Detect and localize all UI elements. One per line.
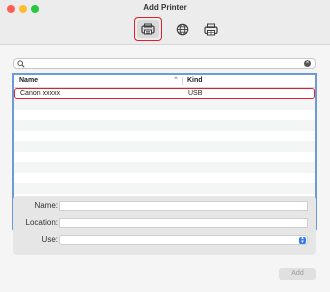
add-button[interactable]: Add bbox=[279, 268, 316, 280]
name-field[interactable] bbox=[59, 201, 308, 211]
window-title: Add Printer bbox=[143, 3, 187, 12]
toolbar-windows-button[interactable] bbox=[197, 17, 225, 41]
globe-icon bbox=[176, 23, 188, 35]
search-input[interactable] bbox=[28, 59, 298, 68]
column-divider bbox=[182, 77, 183, 85]
name-label: Name: bbox=[34, 201, 58, 210]
empty-row bbox=[14, 99, 315, 110]
table-header: Name ⌃ Kind bbox=[14, 75, 315, 88]
content-area: × Name ⌃ Kind Canon xxxxx USB Name: Loca… bbox=[0, 44, 330, 292]
chevron-updown-icon: ▴ ▾ bbox=[299, 236, 306, 244]
empty-row bbox=[14, 120, 315, 131]
printer-name: Canon xxxxx bbox=[20, 90, 61, 97]
empty-row bbox=[14, 131, 315, 142]
empty-row bbox=[14, 173, 315, 184]
windows-printer-icon bbox=[204, 23, 218, 35]
location-field[interactable] bbox=[59, 218, 308, 228]
search-field[interactable]: × bbox=[13, 58, 316, 69]
use-select[interactable]: ▴ ▾ bbox=[59, 235, 308, 245]
printer-details-form: Name: Location: Use: ▴ ▾ bbox=[13, 196, 316, 255]
empty-row bbox=[14, 183, 315, 194]
clear-search-icon[interactable]: × bbox=[304, 60, 311, 67]
printer-icon bbox=[141, 23, 155, 35]
column-header-kind[interactable]: Kind bbox=[187, 77, 203, 84]
printer-kind: USB bbox=[188, 90, 203, 97]
table-row[interactable]: Canon xxxxx USB bbox=[14, 88, 315, 99]
toolbar-default-button[interactable] bbox=[134, 17, 162, 41]
toolbar-ip-button[interactable] bbox=[168, 17, 196, 41]
add-printer-window: Add Printer × Name ⌃ Kind Canon xxxxx US… bbox=[0, 0, 330, 292]
empty-row bbox=[14, 141, 315, 152]
search-icon bbox=[17, 60, 25, 68]
sort-ascending-icon: ⌃ bbox=[173, 77, 179, 84]
location-label: Location: bbox=[25, 218, 58, 227]
empty-row bbox=[14, 162, 315, 173]
empty-row bbox=[14, 152, 315, 163]
title-bar: Add Printer bbox=[0, 0, 330, 44]
use-label: Use: bbox=[41, 235, 58, 244]
column-header-name[interactable]: Name bbox=[19, 77, 38, 84]
empty-row bbox=[14, 110, 315, 121]
